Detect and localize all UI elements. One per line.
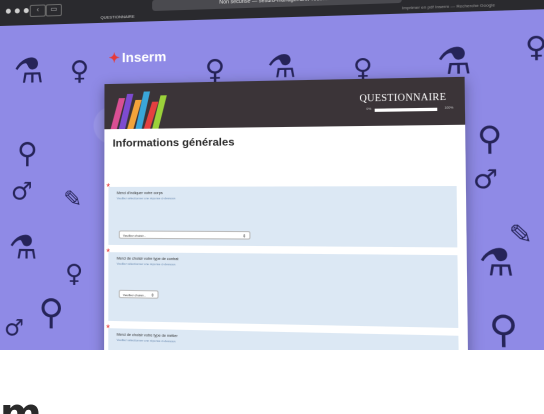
site-logo[interactable]: ✦ Inserm	[109, 49, 167, 67]
header-stripes	[110, 91, 167, 130]
required-marker: *	[106, 246, 110, 258]
tab-questionnaire[interactable]: QUESTIONNAIRE	[100, 14, 134, 20]
floor-reflection	[0, 350, 544, 414]
logo-text: Inserm	[121, 48, 167, 66]
close-window-button[interactable]	[5, 8, 11, 14]
address-bar[interactable]: Non sécurisé — sesurb-manager.univ-rouen…	[152, 0, 402, 12]
browser-window: ‹ ▭ Non sécurisé — sesurb-manager.univ-r…	[0, 0, 544, 383]
contrat-select[interactable]: Veuillez choisir... ⇕	[118, 289, 159, 299]
page-background: ⚗ ♀ ⚲ ♂ ✎ ⚗ ♀ ⚲ ♂ ♀ ⚗ ♀ ⚗ ♀ ⚲ ♂ ✎ ⚗ ♀ ⚲ …	[0, 7, 544, 383]
chevron-down-icon: ⇕	[242, 233, 247, 239]
select-value: Veuillez choisir...	[122, 233, 147, 238]
questionnaire-title: QUESTIONNAIRE	[359, 91, 447, 104]
question-hint: Veuillez sélectionner une réponse ci-des…	[116, 337, 176, 344]
pipette-icon: ✎	[63, 187, 83, 213]
magnifier-icon: ⚲	[17, 136, 38, 170]
select-value: Veuillez choisir...	[122, 292, 147, 298]
flask-icon: ⚗	[8, 227, 38, 267]
logo-mark: ✦	[108, 49, 120, 66]
flask-icon: ⚗	[13, 50, 45, 93]
magnifier-icon: ⚲	[488, 307, 519, 353]
question-corps: * Merci d'indiquer votre corps Veuillez …	[106, 181, 458, 248]
progress-max-label: 100%	[444, 105, 454, 110]
magnifier-icon: ⚲	[38, 291, 64, 334]
questionnaire-header: QUESTIONNAIRE 0% 100%	[104, 76, 466, 130]
question-label: Merci de choisir votre type de contrat	[116, 256, 179, 262]
sidebar-icon[interactable]: ▭	[45, 3, 62, 17]
progress-min-label: 0%	[366, 106, 372, 111]
corps-select[interactable]: Veuillez choisir... ⇕	[118, 230, 251, 240]
window-controls	[5, 8, 29, 14]
female-symbol-icon: ♀	[65, 259, 84, 289]
question-contrat: * Merci de choisir votre type de contrat…	[106, 247, 459, 328]
brand-mark: m	[0, 391, 42, 414]
question-label: Merci d'indiquer votre corps	[116, 190, 163, 196]
male-symbol-icon: ♂	[472, 163, 499, 195]
tab-google[interactable]: Imprimer en pdf Inserm — Recherche Googl…	[402, 2, 495, 10]
magnifier-icon: ⚲	[476, 119, 503, 159]
chevron-down-icon: ⇕	[150, 292, 155, 298]
back-icon[interactable]: ‹	[29, 4, 46, 18]
flask-icon: ⚗	[478, 240, 515, 286]
male-symbol-icon: ♂	[10, 176, 33, 206]
questionnaire-card: QUESTIONNAIRE 0% 100% Informations génér…	[104, 76, 469, 383]
maximize-window-button[interactable]	[23, 8, 29, 14]
question-hint: Veuillez sélectionner une réponse ci-des…	[116, 261, 176, 267]
male-symbol-icon: ♂	[4, 315, 25, 342]
minimize-window-button[interactable]	[14, 8, 20, 14]
required-marker: *	[106, 322, 110, 334]
stage: ‹ ▭ Non sécurisé — sesurb-manager.univ-r…	[0, 0, 544, 414]
section-title: Informations générales	[112, 136, 235, 150]
female-symbol-icon: ♀	[69, 55, 90, 87]
required-marker: *	[106, 181, 111, 193]
female-symbol-icon: ♀	[524, 31, 544, 65]
progress-bar	[374, 107, 438, 112]
question-hint: Veuillez sélectionner une réponse ci-des…	[116, 196, 176, 201]
